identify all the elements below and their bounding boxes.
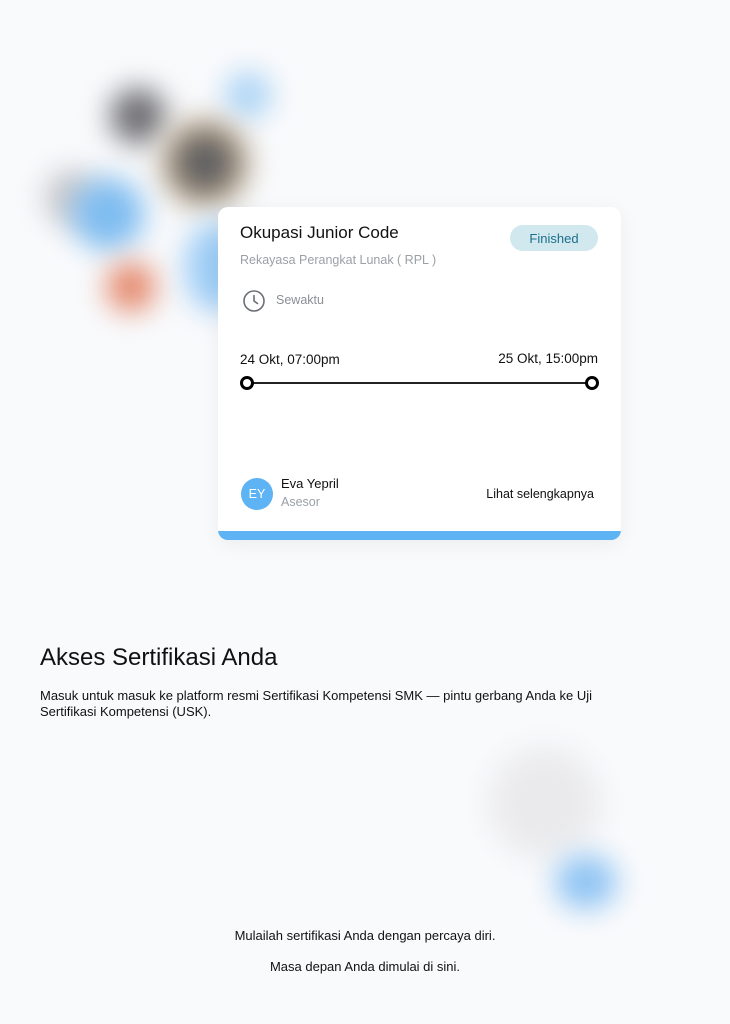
time-label: Sewaktu xyxy=(276,293,324,307)
avatar: EY xyxy=(241,478,273,510)
card-subtitle: Rekayasa Perangkat Lunak ( RPL ) xyxy=(240,253,437,267)
start-date: 24 Okt, 07:00pm xyxy=(240,352,340,367)
card-title: Okupasi Junior Code xyxy=(240,223,399,242)
view-details-link[interactable]: Lihat selengkapnya xyxy=(486,487,594,501)
status-badge: Finished xyxy=(510,225,598,251)
end-date: 25 Okt, 15:00pm xyxy=(498,351,598,366)
blurred-avatar-light xyxy=(225,72,271,118)
assessor-name: Eva Yepril xyxy=(281,476,339,491)
clock-icon xyxy=(243,290,265,312)
blurred-avatar-ring xyxy=(160,118,250,208)
timeline-line xyxy=(246,382,593,384)
assessor-role: Asesor xyxy=(281,495,320,509)
card-accent-bar xyxy=(218,531,621,540)
certification-card: Okupasi Junior Code Finished Rekayasa Pe… xyxy=(218,207,621,540)
tagline-primary: Mulailah sertifikasi Anda dengan percaya… xyxy=(234,928,496,943)
tagline-secondary: Masa depan Anda dimulai di sini. xyxy=(269,959,461,974)
blurred-avatar-blue-bottom xyxy=(555,855,617,909)
blurred-avatar-orange xyxy=(106,262,156,312)
blurred-avatar-blue xyxy=(72,178,144,250)
timeline xyxy=(240,376,599,390)
blurred-card-gray xyxy=(490,748,600,858)
page-description: Masuk untuk masuk ke platform resmi Sert… xyxy=(40,688,593,719)
blurred-avatar-dark xyxy=(110,88,166,144)
page-title: Akses Sertifikasi Anda xyxy=(40,644,278,671)
timeline-start-dot xyxy=(240,376,254,390)
timeline-end-dot xyxy=(585,376,599,390)
blurred-avatar-gray xyxy=(44,170,100,226)
